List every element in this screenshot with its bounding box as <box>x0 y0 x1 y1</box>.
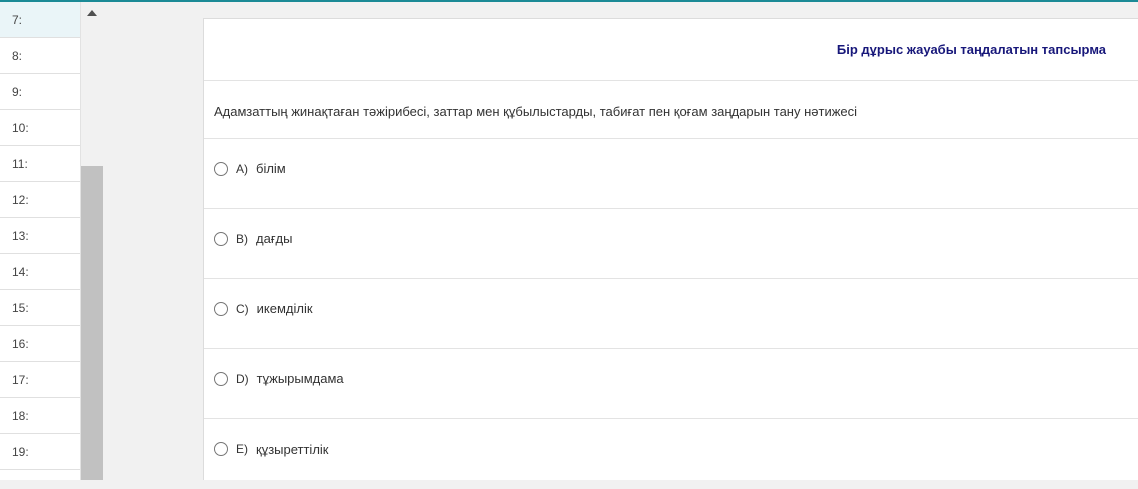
question-panel-header: Бір дұрыс жауабы таңдалатын тапсырма <box>204 19 1138 81</box>
radio-button-b[interactable] <box>214 231 228 246</box>
radio-button-d[interactable] <box>214 371 228 386</box>
question-item-9[interactable]: 9: <box>0 74 80 110</box>
option-text: икемділік <box>256 301 313 316</box>
scroll-up-arrow-icon[interactable] <box>87 10 97 16</box>
radio-button-e[interactable] <box>214 442 228 456</box>
answer-option-c[interactable]: C) икемділік <box>204 279 1138 349</box>
question-item-18[interactable]: 18: <box>0 398 80 434</box>
option-letter: A) <box>236 161 248 176</box>
question-text: Адамзаттың жинақтаған тәжірибесі, заттар… <box>204 81 1138 139</box>
option-letter: D) <box>236 371 249 386</box>
option-letter: E) <box>236 442 248 456</box>
question-item-8[interactable]: 8: <box>0 38 80 74</box>
question-number-list: 7: 8: 9: 10: 11: 12: 13: 14: 15: 16: 17:… <box>0 2 81 480</box>
option-text: құзыреттілік <box>256 441 329 457</box>
question-item-16[interactable]: 16: <box>0 326 80 362</box>
radio-button-a[interactable] <box>214 161 228 176</box>
scrollbar-thumb[interactable] <box>81 166 103 480</box>
question-item-13[interactable]: 13: <box>0 218 80 254</box>
question-item-10[interactable]: 10: <box>0 110 80 146</box>
question-item-12[interactable]: 12: <box>0 182 80 218</box>
question-list-scrollbar[interactable] <box>81 2 103 480</box>
radio-button-c[interactable] <box>214 301 228 316</box>
question-item-15[interactable]: 15: <box>0 290 80 326</box>
answer-option-a[interactable]: A) білім <box>204 139 1138 209</box>
option-text: тұжырымдама <box>256 371 344 386</box>
question-item-17[interactable]: 17: <box>0 362 80 398</box>
top-accent-border <box>0 0 1138 2</box>
question-item-11[interactable]: 11: <box>0 146 80 182</box>
answer-option-e[interactable]: E) құзыреттілік <box>204 419 1138 489</box>
answer-option-d[interactable]: D) тұжырымдама <box>204 349 1138 419</box>
question-panel: Бір дұрыс жауабы таңдалатын тапсырма Ада… <box>203 18 1138 480</box>
option-letter: C) <box>236 301 249 316</box>
question-item-7[interactable]: 7: <box>0 2 80 38</box>
question-item-19[interactable]: 19: <box>0 434 80 470</box>
option-letter: B) <box>236 231 248 246</box>
question-item-14[interactable]: 14: <box>0 254 80 290</box>
answer-option-b[interactable]: B) дағды <box>204 209 1138 279</box>
option-text: білім <box>256 161 286 176</box>
task-type-label: Бір дұрыс жауабы таңдалатын тапсырма <box>836 42 1106 57</box>
option-text: дағды <box>256 231 293 246</box>
